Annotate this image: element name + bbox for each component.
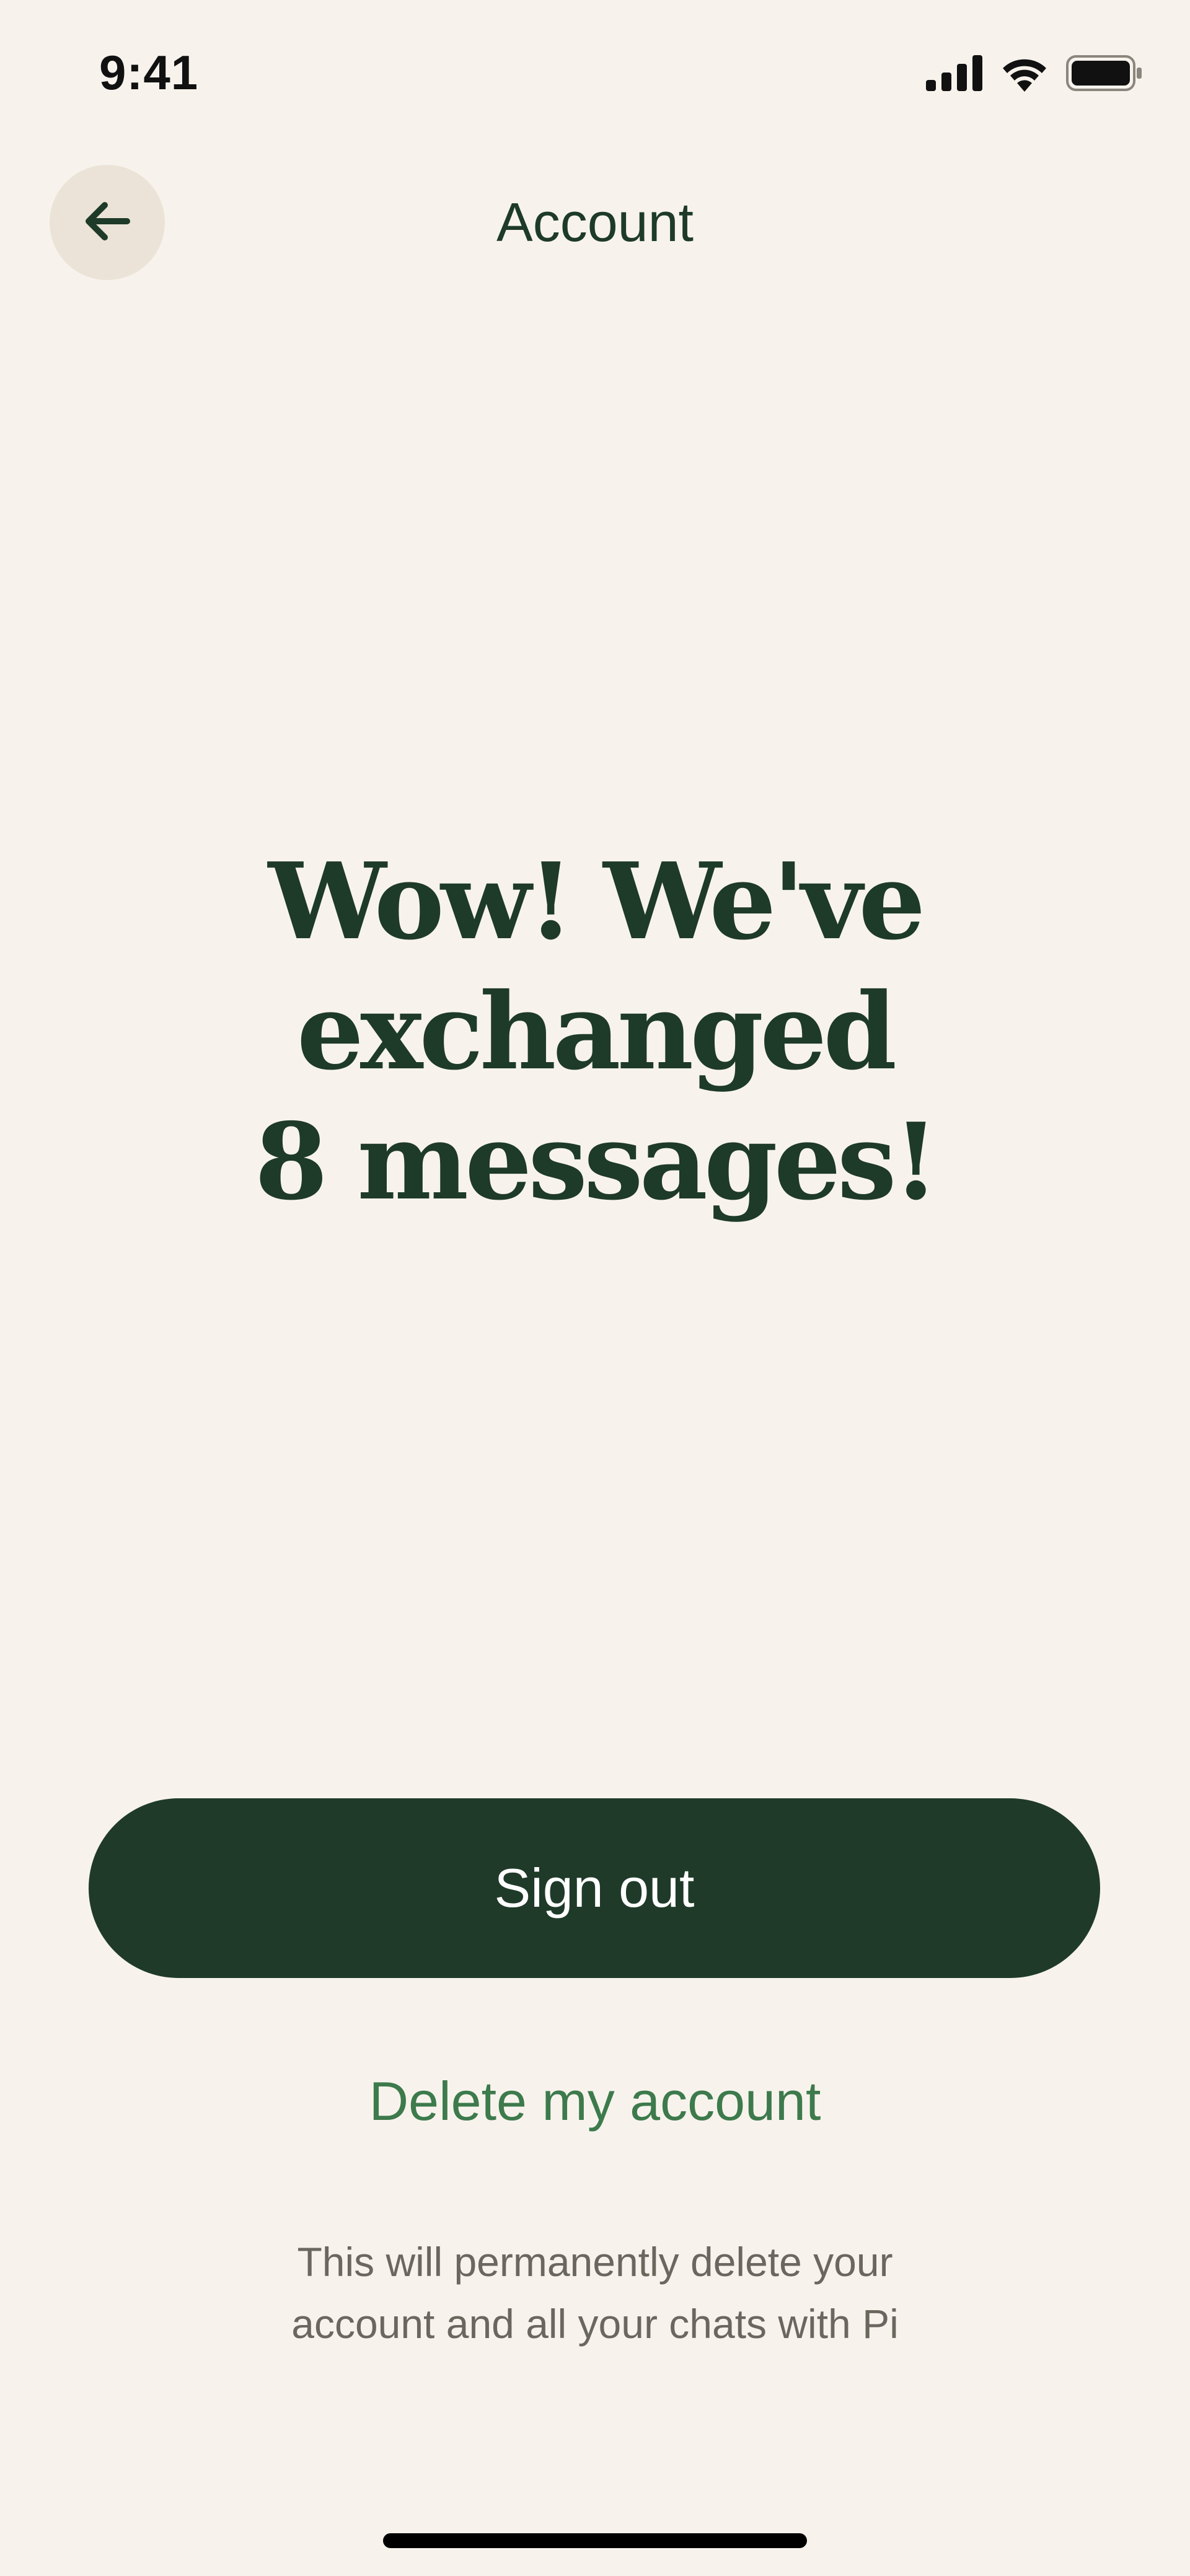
- messages-count-headline: Wow! We've exchanged 8 messages!: [0, 837, 1190, 1227]
- headline-line-1: Wow! We've exchanged: [268, 840, 926, 1094]
- status-icons: [926, 55, 1143, 95]
- cellular-signal-icon: [926, 55, 983, 94]
- headline-line-2: 8 messages!: [254, 1100, 939, 1224]
- status-bar: 9:41: [0, 0, 1190, 146]
- sign-out-button[interactable]: Sign out: [89, 1798, 1100, 1978]
- delete-note-line-1: This will permanently delete your: [297, 2239, 893, 2285]
- status-time: 9:41: [99, 45, 199, 100]
- delete-account-note: This will permanently delete your accoun…: [0, 2231, 1190, 2355]
- header: Account: [0, 161, 1190, 285]
- delete-account-link[interactable]: Delete my account: [0, 2070, 1190, 2133]
- battery-icon: [1066, 55, 1143, 94]
- wifi-icon: [999, 55, 1050, 95]
- page-title: Account: [496, 191, 694, 253]
- home-indicator[interactable]: [383, 2533, 807, 2548]
- delete-note-line-2: account and all your chats with Pi: [291, 2301, 899, 2347]
